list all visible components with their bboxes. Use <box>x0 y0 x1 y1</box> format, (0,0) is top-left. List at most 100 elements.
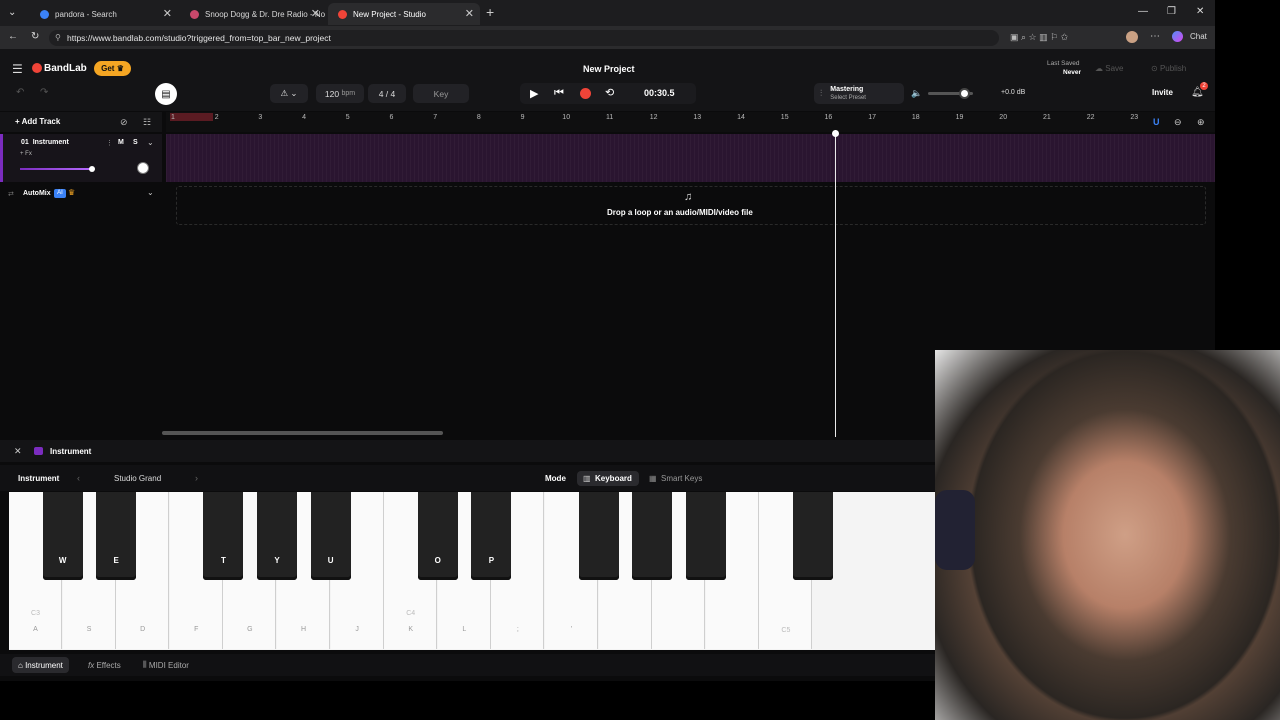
mastering-label: Mastering <box>830 85 864 93</box>
track-settings-icon[interactable]: ☷ <box>143 117 151 128</box>
play-icon[interactable]: ▶ <box>530 87 538 100</box>
drop-zone-text: Drop a loop or an audio/MIDI/video file <box>607 208 753 217</box>
chat-button[interactable]: Chat <box>1190 32 1207 41</box>
master-volume-knob[interactable] <box>959 88 970 99</box>
black-key-label: T <box>220 556 226 565</box>
ruler-tick: 22 <box>1086 114 1095 121</box>
undo-icon[interactable]: ↶ <box>16 87 24 98</box>
mute-button[interactable]: M <box>118 139 124 146</box>
ruler-tick: 20 <box>999 114 1008 121</box>
invite-button[interactable]: Invite <box>1152 88 1173 97</box>
track-volume-knob[interactable] <box>89 166 95 172</box>
ruler-tick: 15 <box>780 114 789 121</box>
time-signature-field[interactable]: 4 / 4 <box>368 84 406 103</box>
add-track-button[interactable]: + Add Track <box>15 117 60 126</box>
url-field[interactable]: ⚲ https://www.bandlab.com/studio?trigger… <box>49 30 999 46</box>
close-window-icon[interactable]: ✕ <box>1196 6 1204 17</box>
track-volume-slider[interactable] <box>20 168 93 170</box>
track-title: 01 Instrument <box>21 139 69 146</box>
tab-label: Instrument <box>25 660 63 670</box>
profile-avatar[interactable] <box>1126 31 1138 43</box>
get-membership-button[interactable]: Get ♛ <box>94 61 131 76</box>
close-tab-icon[interactable]: ✕ <box>311 7 320 20</box>
project-title[interactable]: New Project <box>583 64 635 74</box>
extension-icons[interactable]: ▣ ⌕ ☆ ▥ ⚐ ✩ <box>1010 32 1068 43</box>
more-menu-icon[interactable]: ⋯ <box>1150 31 1160 42</box>
browser-tab-studio[interactable]: New Project - Studio ✕ <box>328 3 480 25</box>
save-label: Save <box>1105 64 1124 73</box>
key-label: Key <box>433 88 449 99</box>
browser-tab-pandora[interactable]: pandora - Search ✕ <box>30 3 178 25</box>
tab-effects[interactable]: fx Effects <box>82 657 127 673</box>
automix-label[interactable]: AutoMix <box>23 190 51 197</box>
metronome-toggle-icon[interactable]: ▤ <box>155 83 177 105</box>
publish-button[interactable]: ⊙ Publish <box>1151 64 1186 73</box>
playhead[interactable] <box>835 130 836 437</box>
horizontal-scrollbar[interactable] <box>162 431 443 435</box>
black-key-label: O <box>434 556 441 565</box>
new-tab-icon[interactable]: + <box>486 4 494 20</box>
mastering-button[interactable]: ⫶ Mastering Select Preset <box>814 83 904 104</box>
white-key-label: K <box>408 626 414 633</box>
black-key[interactable] <box>685 492 726 580</box>
automix-chevron-icon[interactable]: ⌄ <box>147 188 154 197</box>
instrument-track-lane[interactable] <box>166 134 1215 182</box>
tab-instrument[interactable]: ⌂ Instrument <box>12 657 69 673</box>
tuner-dropdown[interactable]: ⚠ ⌄ <box>270 84 308 103</box>
volume-icon[interactable]: 🔈 <box>911 88 922 99</box>
timeline-ruler[interactable] <box>166 112 1215 132</box>
menu-icon[interactable]: ☰ <box>12 62 23 76</box>
ruler-tick: 2 <box>214 114 219 121</box>
black-key[interactable]: P <box>471 492 512 580</box>
loop-icon[interactable]: ⟲ <box>605 86 614 99</box>
key-field[interactable]: Key <box>413 84 469 103</box>
link-icon[interactable]: ⊘ <box>120 117 128 128</box>
tab-list-chevron-icon[interactable]: ⌄ <box>8 7 16 18</box>
black-key[interactable]: W <box>42 492 83 580</box>
close-tab-icon[interactable]: ✕ <box>163 7 172 20</box>
white-key-label: F <box>194 626 199 633</box>
smart-keys-mode-tab[interactable]: Smart Keys <box>661 474 702 483</box>
track-drag-icon[interactable]: ⋮ <box>106 139 113 147</box>
redo-icon[interactable]: ↷ <box>40 87 48 98</box>
track-expand-chevron-icon[interactable]: ⌄ <box>147 138 154 147</box>
minimize-icon[interactable]: — <box>1138 6 1148 17</box>
black-key[interactable]: T <box>203 492 244 580</box>
loop-region[interactable] <box>170 113 213 121</box>
black-key[interactable] <box>793 492 833 580</box>
snap-magnet-icon[interactable]: U <box>1153 117 1160 127</box>
black-key[interactable]: Y <box>257 492 297 580</box>
black-key-label: U <box>327 556 334 565</box>
site-info-icon[interactable]: ⚲ <box>55 33 61 42</box>
tempo-field[interactable]: 120 bpm <box>316 84 364 103</box>
previous-preset-icon[interactable]: ‹ <box>77 473 80 483</box>
add-fx-button[interactable]: + Fx <box>20 151 32 157</box>
black-key[interactable]: U <box>310 492 351 580</box>
close-panel-icon[interactable]: ✕ <box>14 446 22 457</box>
zoom-in-icon[interactable]: ⊕ <box>1197 117 1205 128</box>
back-icon[interactable]: ← <box>8 31 18 42</box>
black-key[interactable]: O <box>417 492 458 580</box>
black-key-label: E <box>113 556 119 565</box>
next-preset-icon[interactable]: › <box>195 473 198 483</box>
instrument-label: Instrument <box>18 474 60 483</box>
skip-to-start-icon[interactable]: ⏮ <box>554 87 564 100</box>
playhead-handle[interactable] <box>832 130 839 137</box>
ruler-tick: 10 <box>562 114 571 121</box>
browser-tab-snoop-radio[interactable]: Snoop Dogg & Dr. Dre Radio - No ✕ <box>180 3 326 25</box>
black-key[interactable] <box>578 492 619 580</box>
track-pan-knob[interactable] <box>137 162 149 174</box>
tab-midi-editor[interactable]: ⫼ MIDI Editor <box>137 657 195 673</box>
black-key[interactable] <box>632 492 673 580</box>
maximize-icon[interactable]: ❐ <box>1167 6 1176 17</box>
zoom-out-icon[interactable]: ⊖ <box>1174 117 1182 128</box>
midi-editor-icon: ⫼ <box>143 660 147 669</box>
solo-button[interactable]: S <box>133 139 138 146</box>
black-key[interactable]: E <box>96 492 137 580</box>
preset-name[interactable]: Studio Grand <box>114 474 161 483</box>
save-button[interactable]: ☁ Save <box>1095 64 1123 73</box>
reload-icon[interactable]: ↻ <box>31 31 39 42</box>
publish-label: Publish <box>1159 64 1187 73</box>
close-tab-icon[interactable]: ✕ <box>465 7 474 20</box>
record-icon[interactable] <box>580 88 591 99</box>
